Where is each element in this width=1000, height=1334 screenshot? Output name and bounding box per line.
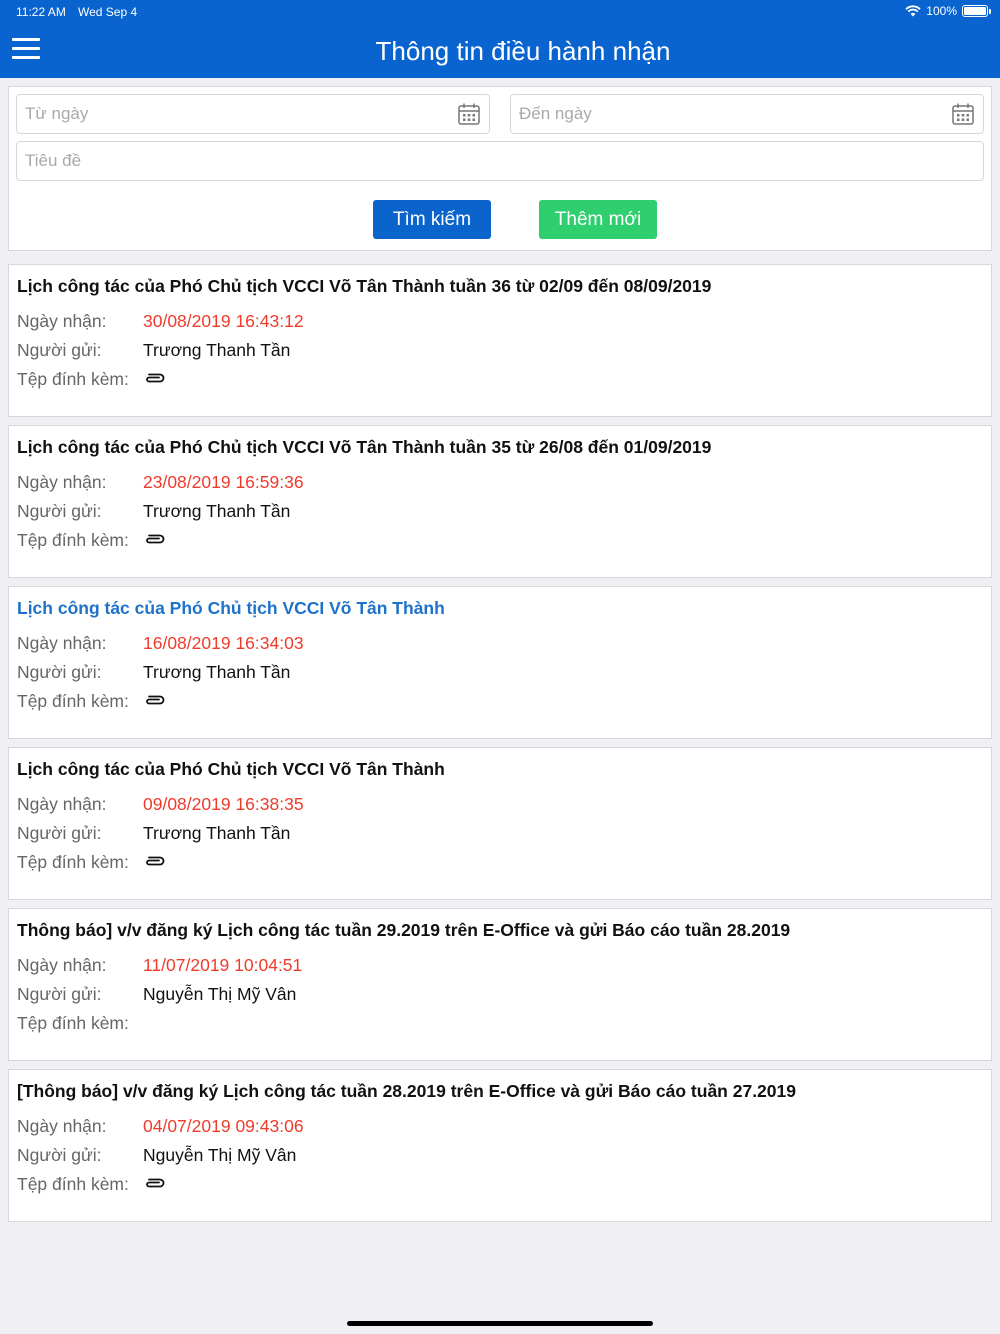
attachment-row: Tệp đính kèm: <box>17 852 165 873</box>
message-card[interactable]: [Thông báo] v/v đăng ký Lịch công tác tu… <box>8 1069 992 1222</box>
sender-value: Trương Thanh Tần <box>143 662 291 682</box>
sender-label: Người gửi: <box>17 1145 102 1165</box>
battery-icon <box>962 5 991 17</box>
nav-bar: Thông tin điều hành nhận <box>0 22 1000 78</box>
message-card[interactable]: Lịch công tác của Phó Chủ tịch VCCI Võ T… <box>8 747 992 900</box>
attachment-row: Tệp đính kèm: <box>17 1013 143 1034</box>
to-date-input[interactable] <box>519 104 907 124</box>
received-row: Ngày nhận: 30/08/2019 16:43:12 <box>17 311 304 332</box>
received-row: Ngày nhận: 16/08/2019 16:34:03 <box>17 633 304 654</box>
received-label: Ngày nhận: <box>17 1116 107 1136</box>
received-row: Ngày nhận: 09/08/2019 16:38:35 <box>17 794 304 815</box>
sender-value: Trương Thanh Tần <box>143 501 291 521</box>
sender-label: Người gửi: <box>17 340 102 360</box>
message-card[interactable]: Thông báo] v/v đăng ký Lịch công tác tuầ… <box>8 908 992 1061</box>
received-label: Ngày nhận: <box>17 633 107 653</box>
attachment-row: Tệp đính kèm: <box>17 691 165 712</box>
message-card[interactable]: Lịch công tác của Phó Chủ tịch VCCI Võ T… <box>8 586 992 739</box>
card-title[interactable]: [Thông báo] v/v đăng ký Lịch công tác tu… <box>17 1081 796 1102</box>
received-row: Ngày nhận: 11/07/2019 10:04:51 <box>17 955 302 976</box>
sender-row: Người gửi: Nguyễn Thị Mỹ Vân <box>17 984 296 1005</box>
message-card[interactable]: Lịch công tác của Phó Chủ tịch VCCI Võ T… <box>8 425 992 578</box>
attachment-label: Tệp đính kèm: <box>17 852 129 872</box>
attachment-label: Tệp đính kèm: <box>17 691 129 711</box>
received-value: 30/08/2019 16:43:12 <box>143 311 304 331</box>
status-right: 100% <box>905 4 991 18</box>
wifi-icon <box>905 5 921 17</box>
card-title[interactable]: Lịch công tác của Phó Chủ tịch VCCI Võ T… <box>17 598 445 619</box>
attachment-row: Tệp đính kèm: <box>17 369 165 390</box>
sender-value: Trương Thanh Tần <box>143 340 291 360</box>
message-card[interactable]: Lịch công tác của Phó Chủ tịch VCCI Võ T… <box>8 264 992 417</box>
search-panel: Tìm kiếm Thêm mới <box>8 86 992 251</box>
attachment-label: Tệp đính kèm: <box>17 1013 129 1033</box>
attachment-row: Tệp đính kèm: <box>17 530 165 551</box>
paperclip-icon[interactable] <box>143 368 165 389</box>
search-button[interactable]: Tìm kiếm <box>373 200 491 239</box>
received-label: Ngày nhận: <box>17 311 107 331</box>
status-time: 11:22 AM <box>16 5 66 19</box>
status-bar: 11:22 AM Wed Sep 4 100% <box>0 0 1000 22</box>
card-title[interactable]: Lịch công tác của Phó Chủ tịch VCCI Võ T… <box>17 276 711 297</box>
received-value: 11/07/2019 10:04:51 <box>143 955 303 975</box>
sender-value: Nguyễn Thị Mỹ Vân <box>143 984 297 1004</box>
sender-row: Người gửi: Trương Thanh Tần <box>17 823 290 844</box>
received-row: Ngày nhận: 04/07/2019 09:43:06 <box>17 1116 304 1137</box>
sender-row: Người gửi: Trương Thanh Tần <box>17 662 290 683</box>
sender-label: Người gửi: <box>17 823 102 843</box>
paperclip-icon[interactable] <box>143 1173 165 1194</box>
attachment-row: Tệp đính kèm: <box>17 1174 165 1195</box>
page-title: Thông tin điều hành nhận <box>375 36 671 66</box>
sender-value: Nguyễn Thị Mỹ Vân <box>143 1145 297 1165</box>
card-title[interactable]: Lịch công tác của Phó Chủ tịch VCCI Võ T… <box>17 759 445 780</box>
title-field[interactable] <box>16 141 984 181</box>
received-label: Ngày nhận: <box>17 472 107 492</box>
home-indicator <box>347 1321 653 1326</box>
received-label: Ngày nhận: <box>17 955 107 975</box>
sender-row: Người gửi: Nguyễn Thị Mỹ Vân <box>17 1145 296 1166</box>
battery-percent: 100% <box>926 4 957 18</box>
received-value: 23/08/2019 16:59:36 <box>143 472 304 492</box>
status-date: Wed Sep 4 <box>78 5 138 19</box>
received-value: 04/07/2019 09:43:06 <box>143 1116 304 1136</box>
sender-label: Người gửi: <box>17 501 102 521</box>
received-value: 16/08/2019 16:34:03 <box>143 633 304 653</box>
attachment-label: Tệp đính kèm: <box>17 1174 129 1194</box>
received-value: 09/08/2019 16:38:35 <box>143 794 304 814</box>
paperclip-icon[interactable] <box>143 529 165 550</box>
sender-row: Người gửi: Trương Thanh Tần <box>17 501 290 522</box>
calendar-icon[interactable] <box>951 102 975 126</box>
from-date-field[interactable] <box>16 94 490 134</box>
sender-label: Người gửi: <box>17 662 102 682</box>
sender-label: Người gửi: <box>17 984 102 1004</box>
card-title[interactable]: Thông báo] v/v đăng ký Lịch công tác tuầ… <box>17 920 790 941</box>
sender-value: Trương Thanh Tần <box>143 823 291 843</box>
from-date-input[interactable] <box>25 104 413 124</box>
paperclip-icon[interactable] <box>143 690 165 711</box>
attachment-label: Tệp đính kèm: <box>17 530 129 550</box>
add-new-button[interactable]: Thêm mới <box>539 200 657 239</box>
received-row: Ngày nhận: 23/08/2019 16:59:36 <box>17 472 304 493</box>
sender-row: Người gửi: Trương Thanh Tần <box>17 340 290 361</box>
received-label: Ngày nhận: <box>17 794 107 814</box>
card-title[interactable]: Lịch công tác của Phó Chủ tịch VCCI Võ T… <box>17 437 711 458</box>
calendar-icon[interactable] <box>457 102 481 126</box>
title-input[interactable] <box>25 151 833 171</box>
attachment-label: Tệp đính kèm: <box>17 369 129 389</box>
paperclip-icon[interactable] <box>143 851 165 872</box>
to-date-field[interactable] <box>510 94 984 134</box>
